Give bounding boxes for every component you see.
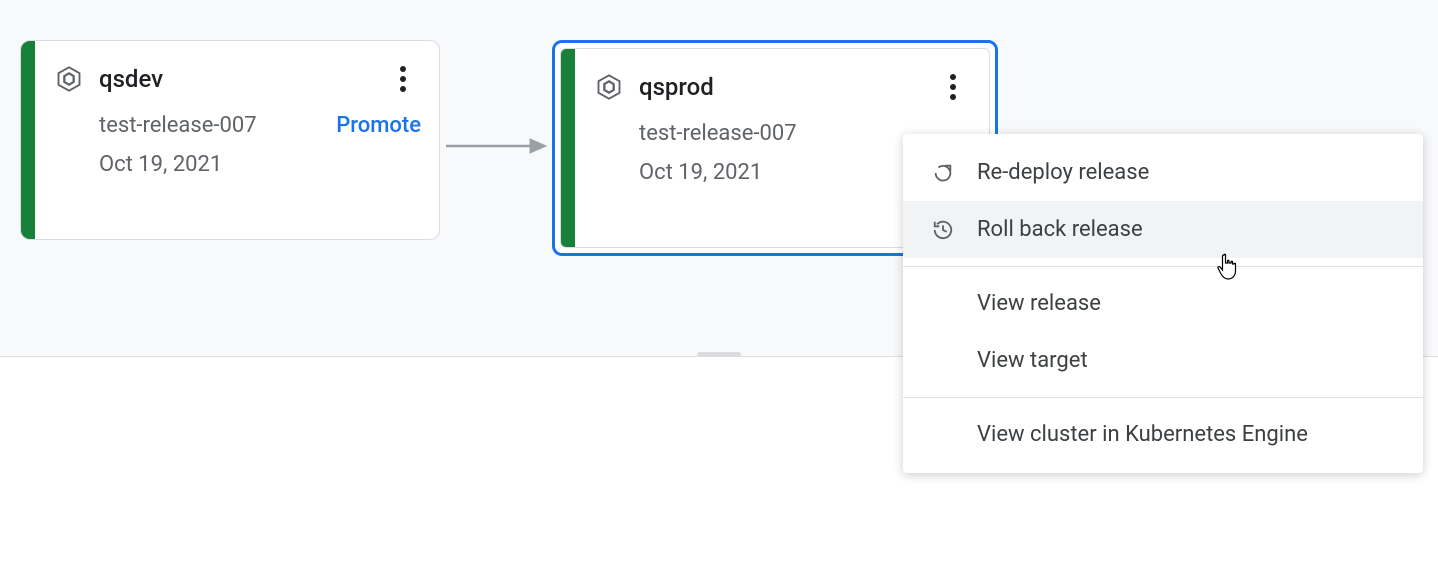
target-card-qsdev[interactable]: qsdev test-release-007 Promote Oct 19, 2… [20,40,440,240]
more-actions-button[interactable] [385,61,421,97]
menu-item-label: Re-deploy release [977,160,1149,185]
menu-item-label: View target [977,348,1088,373]
menu-item-view-target[interactable]: View target [903,332,1423,389]
menu-item-label: Roll back release [977,217,1143,242]
menu-item-label: View release [977,291,1101,316]
status-bar [561,49,575,247]
menu-divider [903,397,1423,398]
menu-item-view-release[interactable]: View release [903,275,1423,332]
target-title: qsprod [639,73,919,101]
more-vert-icon [400,66,406,92]
menu-item-redeploy[interactable]: Re-deploy release [903,144,1423,201]
menu-item-rollback[interactable]: Roll back release [903,201,1423,258]
target-title: qsdev [99,65,369,93]
gke-icon [55,65,83,93]
menu-divider [903,266,1423,267]
history-icon [931,218,955,242]
more-vert-icon [950,74,956,100]
redo-icon [931,161,955,185]
gke-icon [595,73,623,101]
release-date: Oct 19, 2021 [99,152,421,177]
status-bar [21,41,35,239]
pipeline-arrow [444,136,548,156]
drag-handle[interactable] [697,352,741,357]
release-name: test-release-007 [639,121,797,146]
pipeline-canvas: qsdev test-release-007 Promote Oct 19, 2… [0,0,1438,356]
promote-link[interactable]: Promote [336,113,421,138]
menu-item-view-cluster[interactable]: View cluster in Kubernetes Engine [903,406,1423,463]
release-name: test-release-007 [99,113,257,138]
context-menu: Re-deploy release Roll back release View… [903,134,1423,473]
more-actions-button[interactable] [935,69,971,105]
menu-item-label: View cluster in Kubernetes Engine [977,422,1308,447]
